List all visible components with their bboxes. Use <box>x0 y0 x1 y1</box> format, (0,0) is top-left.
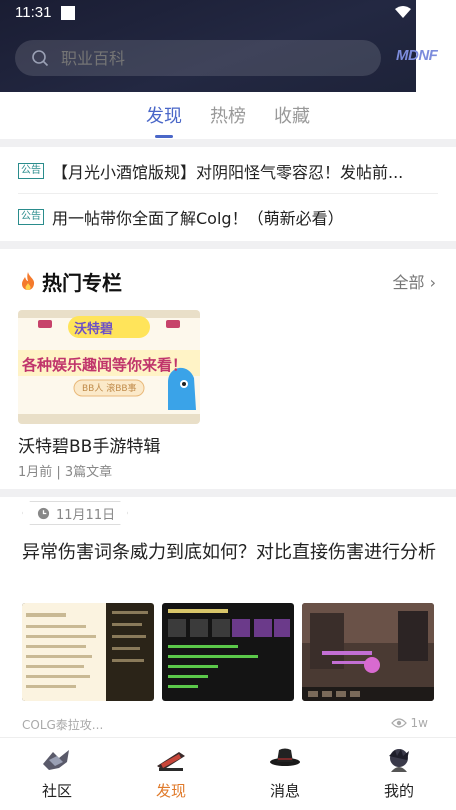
search-icon <box>32 50 49 67</box>
nav-label: 发现 <box>155 782 186 800</box>
top-tabs: 发现 热榜 收藏 <box>0 92 456 138</box>
column-title: 沃特碧BB手游特辑 <box>18 437 161 457</box>
view-all-link[interactable]: 全部 › <box>393 269 437 293</box>
banner-title: 沃特碧 <box>74 322 114 337</box>
notice-item[interactable]: 公告 【月光小酒馆版规】对阴阳怪气零容忍！发帖前... <box>18 146 438 196</box>
eye-icon <box>390 718 407 728</box>
post-image[interactable] <box>22 603 154 701</box>
search-input[interactable] <box>61 48 321 68</box>
nav-label: 消息 <box>269 782 300 800</box>
nav-label: 社区 <box>41 782 72 800</box>
fire-icon <box>22 272 35 290</box>
date-badge: 11月11日 <box>22 501 128 525</box>
view-all-label: 全部 <box>392 273 425 292</box>
notice-tag: 公告 <box>18 163 44 179</box>
divider <box>0 489 456 497</box>
post-title[interactable]: 异常伤害词条威力到底如何？对比直接伤害进行分析 <box>22 538 442 567</box>
post-views: 1w <box>390 716 428 730</box>
wifi-icon <box>395 6 411 18</box>
clock-icon <box>37 507 50 520</box>
hot-column-header: 热门专栏 全部 › <box>20 266 436 296</box>
messages-icon <box>270 748 300 766</box>
nav-community[interactable]: 社区 <box>0 738 114 810</box>
banner-line: 各种娱乐趣闻等你来看！ <box>22 356 188 374</box>
column-meta: 1月前 | 3篇文章 <box>18 465 113 480</box>
nav-label: 我的 <box>383 782 414 800</box>
divider <box>0 241 456 249</box>
tab-favorites[interactable]: 收藏 <box>274 92 310 138</box>
notice-item[interactable]: 公告 用一帖带你全面了解Colg！（萌新必看） <box>18 192 438 242</box>
post-image[interactable] <box>302 603 434 701</box>
post-images <box>22 603 434 701</box>
nav-discover[interactable]: 发现 <box>114 738 228 810</box>
section-title: 热门专栏 <box>42 270 122 295</box>
status-time: 11:31 <box>15 4 52 21</box>
tab-hot-list[interactable]: 热榜 <box>210 92 246 138</box>
profile-icon <box>389 749 409 772</box>
banner-tag: BB人 滚BB事 <box>82 384 137 394</box>
column-card[interactable]: 沃特碧 各种娱乐趣闻等你来看！ BB人 滚BB事 沃特碧BB手游特辑 1月前 |… <box>18 310 200 480</box>
notice-text: 用一帖带你全面了解Colg！（萌新必看） <box>52 209 344 228</box>
nav-profile[interactable]: 我的 <box>342 738 456 810</box>
column-cover-image: 沃特碧 各种娱乐趣闻等你来看！ BB人 滚BB事 <box>18 310 200 424</box>
post-source[interactable]: COLG泰拉攻... <box>22 716 103 733</box>
tab-discover[interactable]: 发现 <box>146 92 182 138</box>
view-count: 1w <box>410 716 428 730</box>
post-image[interactable] <box>162 603 294 701</box>
discover-icon <box>157 752 185 771</box>
post-date: 11月11日 <box>56 507 116 523</box>
bottom-nav: 社区 发现 消息 我的 <box>0 737 456 810</box>
status-bar: 11:31 <box>0 0 456 26</box>
community-icon <box>43 750 69 770</box>
mdnf-logo[interactable]: MDNF <box>396 47 438 64</box>
nav-messages[interactable]: 消息 <box>228 738 342 810</box>
notice-tag: 公告 <box>18 209 44 225</box>
notice-text: 【月光小酒馆版规】对阴阳怪气零容忍！发帖前... <box>52 163 404 182</box>
header-banner: 11:31 <box>0 0 456 92</box>
notification-icon <box>61 6 75 20</box>
search-bar[interactable] <box>15 40 381 76</box>
